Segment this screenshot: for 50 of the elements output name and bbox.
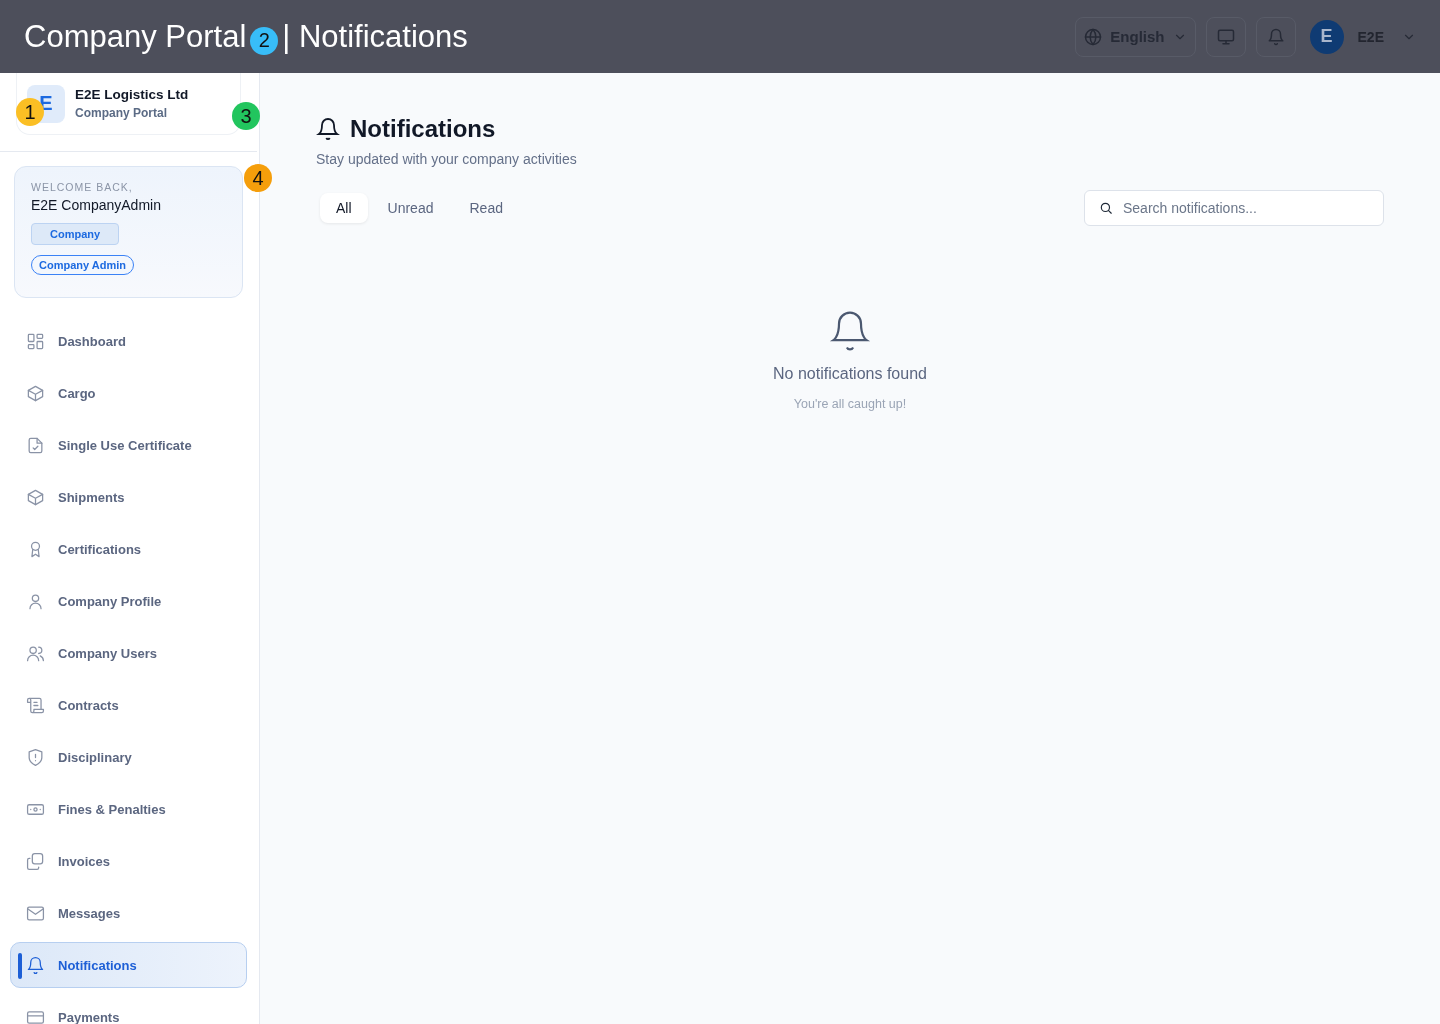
empty-message: You're all caught up! <box>793 397 907 411</box>
sidebar-item[interactable]: Fines & Penalties <box>10 786 247 832</box>
annotation-marker: 4 <box>244 164 272 192</box>
globe-icon <box>1084 27 1103 46</box>
sidebar-item[interactable]: Disciplinary <box>10 734 247 780</box>
sidebar-item[interactable]: Invoices <box>10 838 247 884</box>
bell-icon <box>828 309 872 353</box>
nav-icon <box>26 487 45 507</box>
welcome-label: WELCOME BACK, <box>31 181 133 193</box>
user-avatar[interactable]: E <box>1309 19 1344 54</box>
sidebar-item[interactable]: Certifications <box>10 526 247 572</box>
user-name: E2E CompanyAdmin <box>31 197 161 213</box>
display-button[interactable] <box>1205 16 1246 57</box>
sidebar-item[interactable]: Notifications <box>10 942 247 988</box>
sidebar-item[interactable]: Company Users <box>10 630 247 676</box>
nav-icon <box>26 955 45 975</box>
search-input[interactable]: Search notifications... <box>1121 199 1369 217</box>
empty-title: No notifications found <box>773 365 927 383</box>
filter-tab[interactable]: Unread <box>371 193 450 223</box>
sidebar-item[interactable]: Payments <box>10 994 247 1024</box>
search-field[interactable]: Search notifications... <box>1084 190 1384 226</box>
nav-icon <box>26 383 45 403</box>
window-title: | Notifications <box>282 18 468 55</box>
nav-icon <box>26 331 45 351</box>
company-name: E2E Logistics Ltd <box>75 87 189 102</box>
filter-tab[interactable]: Read <box>453 193 519 223</box>
nav-icon <box>26 435 45 455</box>
page-title: Notifications <box>350 115 496 143</box>
sidebar-item[interactable]: Single Use Certificate <box>10 422 247 468</box>
bell-icon <box>316 117 340 141</box>
sidebar-item[interactable]: Messages <box>10 890 247 936</box>
page-subtitle: Stay updated with your company activities <box>316 151 578 167</box>
monitor-icon <box>1216 27 1235 46</box>
sidebar-item[interactable]: Contracts <box>10 682 247 728</box>
role-badge: Company Admin <box>31 255 134 275</box>
bell-icon <box>1266 27 1285 46</box>
search-icon <box>1099 201 1113 215</box>
sidebar-item[interactable]: Shipments <box>10 474 247 520</box>
company-subtitle: Company Portal <box>75 106 168 120</box>
sidebar-item[interactable]: Company Profile <box>10 578 247 624</box>
nav-icon <box>26 747 45 767</box>
filter-tab[interactable]: All <box>320 193 368 223</box>
nav-icon <box>26 851 45 871</box>
role-badge: Company <box>31 223 120 245</box>
sidebar-item[interactable]: Cargo <box>10 370 247 416</box>
annotation-marker: 2 <box>250 26 279 55</box>
nav-icon <box>26 695 45 715</box>
sidebar-item[interactable]: Dashboard <box>10 318 247 364</box>
notifications-button[interactable] <box>1255 16 1296 57</box>
window-title: Company Portal <box>24 18 247 55</box>
